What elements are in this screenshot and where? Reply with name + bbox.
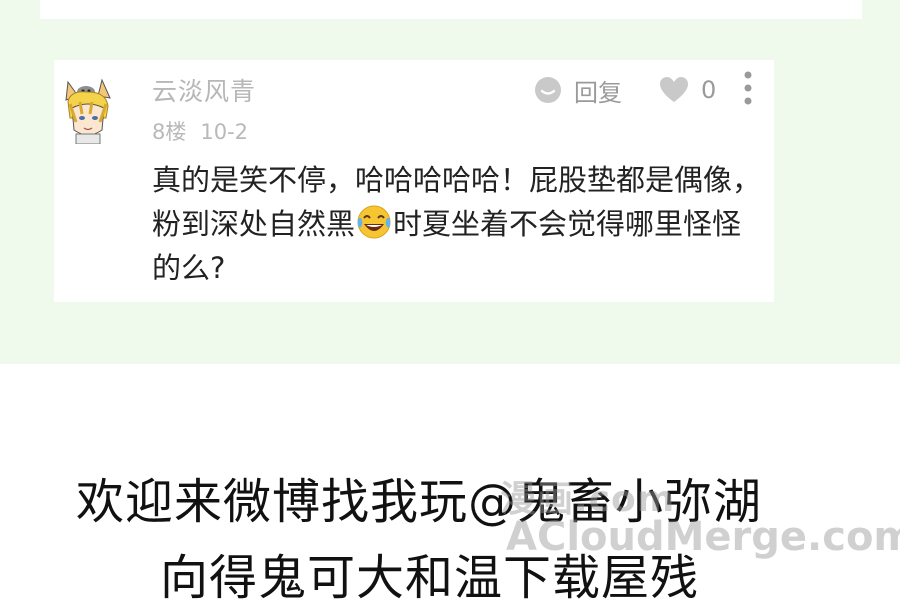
more-options-button[interactable] (740, 70, 756, 106)
anime-cat-ear-avatar-icon (65, 78, 111, 145)
like-button[interactable]: 0 (659, 74, 716, 106)
reply-button[interactable]: 回复 (534, 74, 622, 107)
like-count: 0 (701, 76, 717, 104)
heart-icon (660, 77, 688, 102)
comment-body: 真的是笑不停，哈哈哈哈哈！屁股垫都是偶像，粉到深处自然黑 时夏坐着不会觉得哪里怪… (152, 158, 762, 290)
watermark-line2: ACloudMerge.com (506, 514, 900, 560)
watermark: 漫画.com ACloudMerge.com (500, 470, 900, 560)
previous-comment-card (40, 0, 862, 19)
comment-card: 云淡风青 8楼 10-2 回复 0 真的是笑不停，哈哈哈哈哈！屁股垫都是偶像，粉到… (54, 60, 774, 302)
comment-floor: 8楼 (152, 120, 187, 144)
more-vertical-icon (744, 71, 752, 105)
reply-label: 回复 (574, 78, 622, 107)
chat-bubble-icon (535, 77, 561, 103)
comment-username[interactable]: 云淡风青 (152, 72, 256, 108)
avatar[interactable] (62, 78, 114, 145)
comment-meta: 8楼 10-2 (152, 116, 248, 146)
comment-date: 10-2 (200, 120, 249, 144)
laughing-tears-emoji-icon (357, 205, 391, 239)
